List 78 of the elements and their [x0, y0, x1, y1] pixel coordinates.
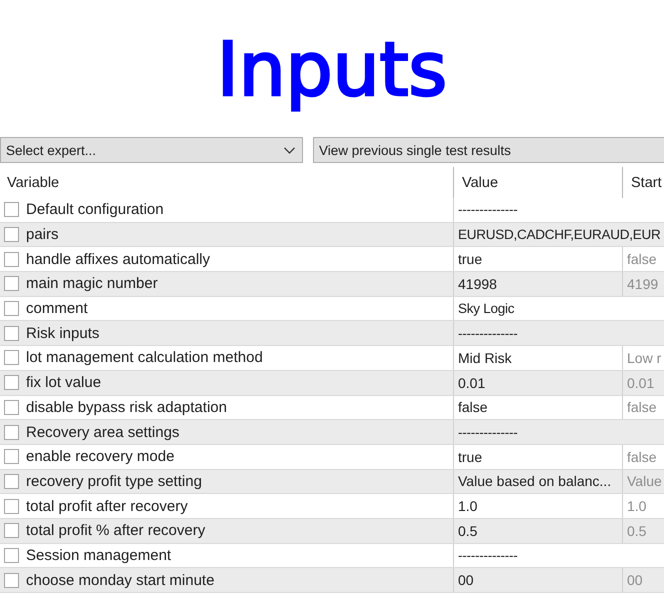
variable-label: Risk inputs: [26, 324, 100, 342]
start-cell: 1.0: [622, 494, 664, 518]
start-cell: Value: [622, 470, 664, 494]
value-cell: Sky Logic: [453, 296, 664, 320]
parameter-row[interactable]: Default configuration --------------: [0, 198, 664, 223]
variable-label: fix lot value: [26, 374, 102, 392]
parameter-row[interactable]: main magic number 41998 4199: [0, 272, 664, 297]
checkbox[interactable]: [4, 326, 19, 341]
variable-label: total profit after recovery: [26, 498, 188, 515]
value-cell: EURUSD,CADCHF,EURAUD,EUR: [453, 222, 664, 246]
start-cell: false: [622, 247, 664, 272]
value-cell: 0.5: [453, 518, 622, 543]
start-cell: false: [622, 444, 664, 469]
chevron-down-icon: [284, 146, 295, 154]
checkbox[interactable]: [4, 227, 19, 242]
parameter-row[interactable]: enable recovery mode true false: [0, 444, 664, 470]
value-cell: Value based on balanc...: [453, 470, 622, 494]
checkbox[interactable]: [4, 449, 19, 464]
variable-label: lot management calculation method: [26, 349, 263, 366]
value-cell: 0.01: [453, 370, 622, 394]
variable-label: total profit % after recovery: [26, 522, 206, 540]
checkbox[interactable]: [4, 252, 19, 267]
checkbox[interactable]: [4, 474, 19, 489]
checkbox[interactable]: [4, 548, 19, 563]
parameter-row[interactable]: Risk inputs --------------: [0, 321, 664, 346]
variable-label: disable bypass risk adaptation: [26, 398, 227, 416]
checkbox[interactable]: [4, 400, 19, 415]
start-cell: false: [622, 396, 664, 420]
parameter-row[interactable]: fix lot value 0.01 0.01: [0, 370, 664, 396]
variable-label: enable recovery mode: [26, 448, 174, 466]
start-cell: 00: [622, 568, 664, 592]
parameter-row[interactable]: lot management calculation method Mid Risk Low r: [0, 346, 664, 371]
variable-label: Default configuration: [26, 201, 164, 218]
parameter-row[interactable]: Session management --------------: [0, 544, 664, 568]
variable-label: pairs: [26, 226, 59, 244]
parameter-row[interactable]: choose monday start minute 00 00: [0, 568, 664, 593]
value-cell: --------------: [453, 321, 664, 346]
checkbox[interactable]: [4, 375, 19, 390]
value-cell: Mid Risk: [453, 346, 622, 370]
start-cell: Low r: [622, 346, 664, 370]
variable-label: handle affixes automatically: [26, 250, 210, 268]
value-cell: false: [453, 396, 622, 420]
variable-label: comment: [26, 300, 88, 318]
value-cell: --------------: [453, 198, 664, 222]
parameter-row[interactable]: recovery profit type setting Value based on balanc... Value: [0, 470, 664, 494]
checkbox[interactable]: [4, 424, 19, 440]
checkbox[interactable]: [4, 498, 19, 514]
parameter-row[interactable]: total profit after recovery 1.0 1.0: [0, 494, 664, 519]
value-cell: true: [453, 247, 622, 272]
variable-label: recovery profit type setting: [26, 472, 202, 490]
value-cell: 41998: [453, 272, 622, 296]
checkbox[interactable]: [4, 202, 19, 218]
checkbox[interactable]: [4, 276, 19, 292]
variable-label: main magic number: [26, 275, 158, 292]
variable-label: Recovery area settings: [26, 424, 180, 441]
value-cell: true: [453, 444, 622, 469]
parameter-row[interactable]: handle affixes automatically true false: [0, 247, 664, 272]
parameter-row[interactable]: disable bypass risk adaptation false false: [0, 396, 664, 420]
value-cell: 1.0: [453, 494, 622, 518]
column-header: Variable: [6, 174, 60, 192]
parameter-row[interactable]: pairs EURUSD,CADCHF,EURAUD,EUR: [0, 222, 664, 248]
checkbox[interactable]: [4, 572, 19, 588]
start-cell: 0.01: [622, 370, 664, 394]
checkbox[interactable]: [4, 350, 19, 366]
parameter-row[interactable]: Recovery area settings --------------: [0, 420, 664, 445]
checkbox[interactable]: [4, 301, 19, 316]
variable-label: choose monday start minute: [26, 572, 214, 589]
start-cell: 0.5: [622, 518, 664, 543]
parameter-row[interactable]: total profit % after recovery 0.5 0.5: [0, 518, 664, 544]
value-cell: --------------: [453, 544, 664, 568]
select-expert-dropdown[interactable]: Select expert...: [0, 137, 303, 163]
variable-label: Session management: [26, 546, 172, 564]
value-cell: --------------: [453, 420, 664, 444]
start-cell: 4199: [622, 272, 664, 296]
view-results-button[interactable]: View previous single test results: [313, 137, 664, 163]
checkbox[interactable]: [4, 523, 19, 538]
value-cell: 00: [453, 568, 622, 592]
parameter-row[interactable]: comment Sky Logic: [0, 296, 664, 322]
